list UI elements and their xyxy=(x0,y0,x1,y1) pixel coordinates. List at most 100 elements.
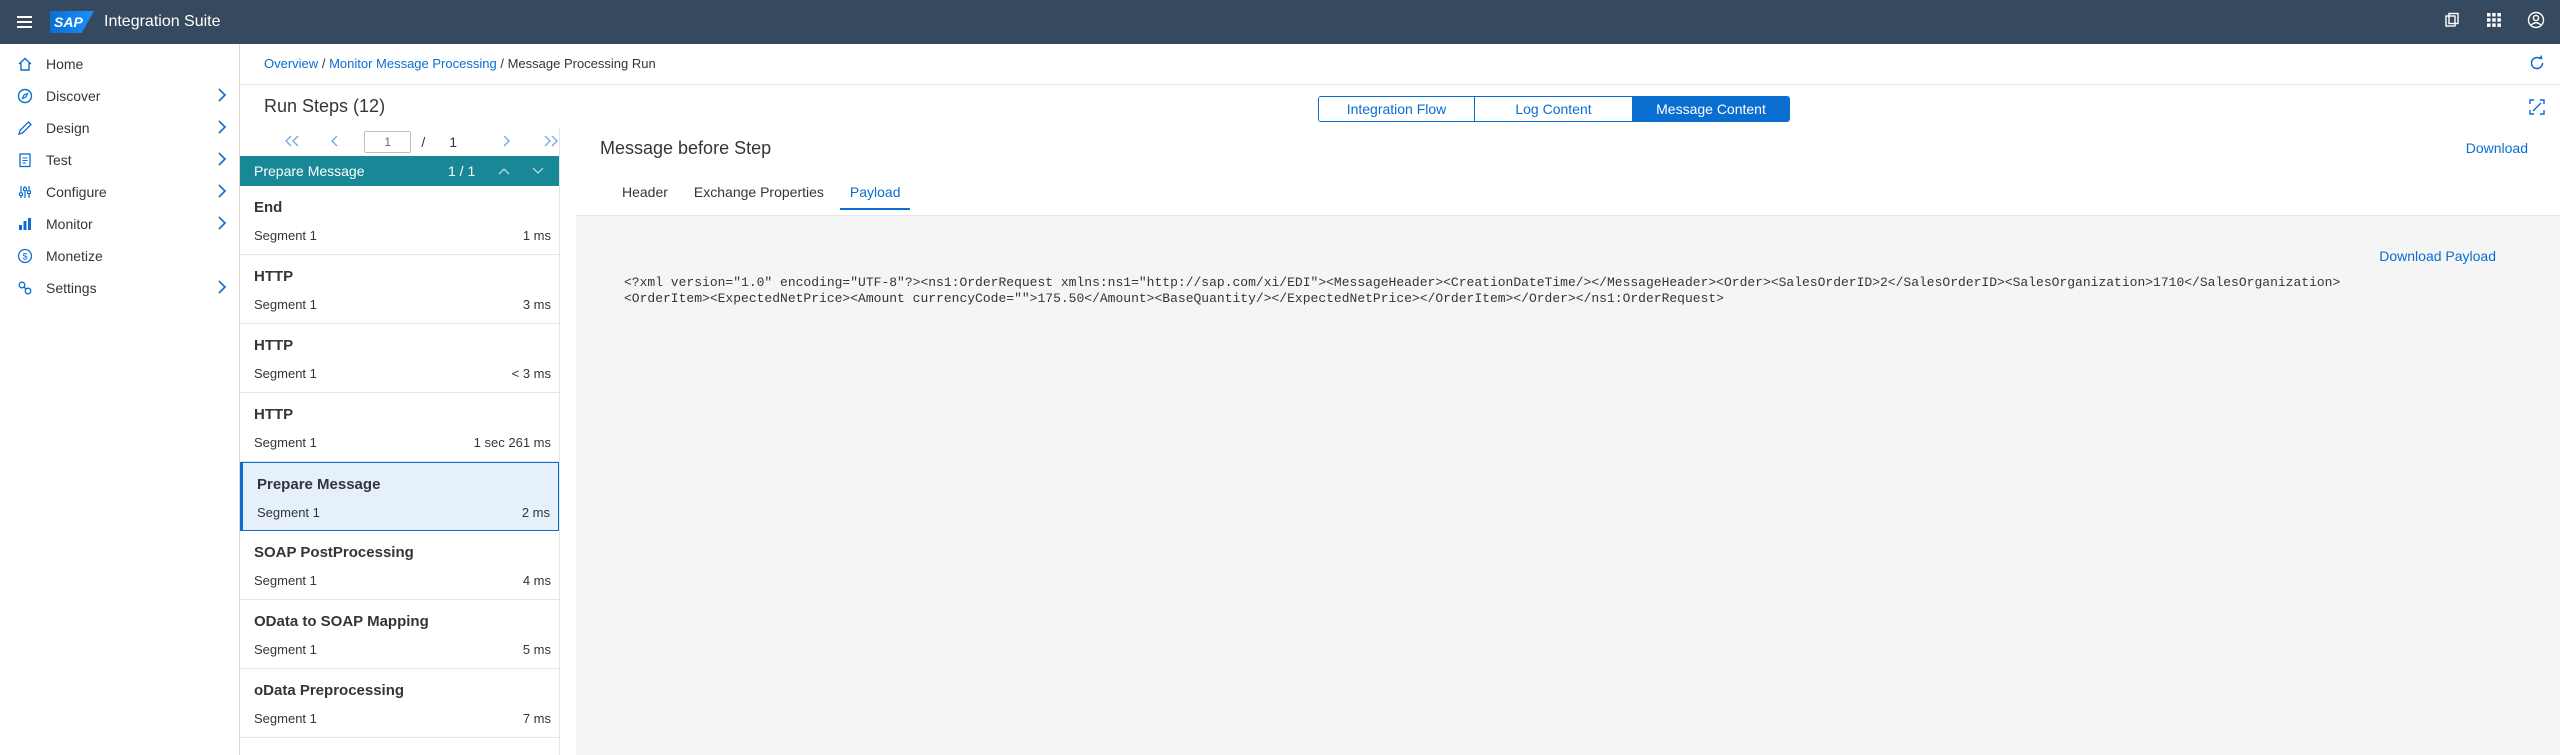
app-grid-icon[interactable] xyxy=(2484,10,2504,30)
breadcrumb-monitor-link[interactable]: Monitor Message Processing xyxy=(329,56,497,71)
chevron-right-icon xyxy=(217,88,227,105)
nav-item-home[interactable]: Home xyxy=(0,48,239,80)
refresh-icon[interactable] xyxy=(2528,54,2546,75)
payload-content: <?xml version="1.0" encoding="UTF-8"?><n… xyxy=(624,275,2341,306)
step-segment: Segment 1 xyxy=(257,505,320,520)
step-item[interactable]: End Segment 1 1 ms xyxy=(240,186,559,255)
fullscreen-icon[interactable] xyxy=(2528,98,2546,119)
download-link[interactable]: Download xyxy=(2466,140,2528,156)
step-item-selected[interactable]: Prepare Message Segment 1 2 ms xyxy=(240,462,559,531)
sliders-icon xyxy=(16,183,34,201)
nav-item-monitor[interactable]: Monitor xyxy=(0,208,239,240)
nav-item-discover[interactable]: Discover xyxy=(0,80,239,112)
step-name: HTTP xyxy=(254,406,294,423)
next-page-icon[interactable] xyxy=(501,134,511,150)
breadcrumb-overview-link[interactable]: Overview xyxy=(264,56,318,71)
step-segment: Segment 1 xyxy=(254,435,317,450)
step-duration: 5 ms xyxy=(522,642,551,657)
nav-item-design[interactable]: Design xyxy=(0,112,239,144)
main-content: Overview / Monitor Message Processing / … xyxy=(240,44,2560,755)
tab-header[interactable]: Header xyxy=(612,184,678,210)
product-title: Integration Suite xyxy=(104,13,221,30)
step-duration: 1 ms xyxy=(522,228,551,243)
nav-item-monetize[interactable]: $ Monetize xyxy=(0,240,239,272)
breadcrumb-separator: / xyxy=(321,56,326,71)
message-panel: Message before Step Download Header Exch… xyxy=(576,128,2560,755)
nav-item-label: Configure xyxy=(46,184,107,200)
step-name: oData Preprocessing xyxy=(254,682,405,699)
step-item[interactable]: OData to SOAP Mapping Segment 1 5 ms xyxy=(240,600,559,669)
step-segment: Segment 1 xyxy=(254,711,317,726)
previous-page-icon[interactable] xyxy=(330,134,340,150)
run-steps-title: Run Steps (12) xyxy=(264,96,386,116)
nav-item-configure[interactable]: Configure xyxy=(0,176,239,208)
compass-icon xyxy=(16,87,34,105)
step-name: HTTP xyxy=(254,268,294,285)
nav-item-label: Design xyxy=(46,120,90,136)
step-segment: Segment 1 xyxy=(254,573,317,588)
step-name: Prepare Message xyxy=(257,476,381,493)
nav-item-label: Monitor xyxy=(46,216,93,232)
step-segment: Segment 1 xyxy=(254,366,317,381)
nav-item-label: Discover xyxy=(46,88,101,104)
chevron-right-icon xyxy=(217,184,227,201)
step-name: End xyxy=(254,199,283,216)
chevron-right-icon xyxy=(217,280,227,297)
nav-item-label: Monetize xyxy=(46,248,103,264)
chevron-right-icon xyxy=(217,120,227,137)
tab-message-content[interactable]: Message Content xyxy=(1633,97,1789,121)
search-result-header: Prepare Message 1 / 1 xyxy=(240,156,559,186)
step-item[interactable]: SOAP PostProcessing Segment 1 4 ms xyxy=(240,531,559,600)
svg-text:$: $ xyxy=(22,252,27,262)
message-header: Message before Step Download Header Exch… xyxy=(576,128,2560,216)
first-page-icon[interactable] xyxy=(284,134,300,150)
nav-item-label: Test xyxy=(46,152,72,168)
step-duration: 4 ms xyxy=(522,573,551,588)
search-result-name: Prepare Message xyxy=(254,163,365,179)
side-navigation: Home Discover Design Test Configure Moni… xyxy=(0,44,240,755)
message-title: Message before Step xyxy=(600,138,772,158)
tab-integration-flow-model[interactable]: Integration Flow Model xyxy=(1319,97,1475,121)
chevron-up-icon[interactable] xyxy=(498,164,510,178)
step-segment: Segment 1 xyxy=(254,228,317,243)
copy-icon[interactable] xyxy=(2442,10,2462,30)
nav-item-label: Settings xyxy=(46,280,97,296)
nav-item-test[interactable]: Test xyxy=(0,144,239,176)
breadcrumb: Overview / Monitor Message Processing / … xyxy=(264,56,656,71)
last-page-icon[interactable] xyxy=(543,134,559,150)
step-duration: < 3 ms xyxy=(511,366,551,381)
page-number-input[interactable]: 1 xyxy=(364,131,412,153)
step-item[interactable]: HTTP Segment 1 1 sec 261 ms xyxy=(240,393,559,462)
shell-bar: SAP Integration Suite xyxy=(0,0,2560,44)
pager-slash: / xyxy=(421,134,426,150)
step-name: HTTP xyxy=(254,337,294,354)
bar-chart-icon xyxy=(16,215,34,233)
nav-item-settings[interactable]: Settings xyxy=(0,272,239,304)
pager-total: 1 xyxy=(449,134,457,150)
step-duration: 3 ms xyxy=(522,297,551,312)
breadcrumb-current: Message Processing Run xyxy=(507,56,656,71)
step-item[interactable]: HTTP Segment 1 < 3 ms xyxy=(240,324,559,393)
step-item[interactable]: HTTP Segment 1 3 ms xyxy=(240,255,559,324)
tab-exchange-properties[interactable]: Exchange Properties xyxy=(684,184,834,210)
step-duration: 7 ms xyxy=(522,711,551,726)
breadcrumb-separator: / xyxy=(500,56,504,71)
hamburger-menu-icon[interactable] xyxy=(12,10,36,34)
chevron-right-icon xyxy=(217,152,227,169)
step-segment: Segment 1 xyxy=(254,642,317,657)
download-payload-link[interactable]: Download Payload xyxy=(2379,248,2496,264)
user-avatar-icon[interactable] xyxy=(2526,10,2546,30)
sap-logo[interactable]: SAP xyxy=(50,11,94,33)
tab-payload[interactable]: Payload xyxy=(839,184,911,210)
search-result-count: 1 / 1 xyxy=(448,163,476,179)
step-duration: 2 ms xyxy=(521,505,550,520)
step-item[interactable]: oData Preprocessing Segment 1 7 ms xyxy=(240,669,559,738)
dollar-icon: $ xyxy=(16,247,34,265)
chevron-down-icon[interactable] xyxy=(532,164,544,178)
step-name: SOAP PostProcessing xyxy=(254,544,414,561)
home-icon xyxy=(16,55,34,73)
clipboard-icon xyxy=(16,151,34,169)
view-toggle: Integration Flow Model Log Content Messa… xyxy=(1318,96,1790,122)
tab-log-content[interactable]: Log Content xyxy=(1475,97,1633,121)
step-name: OData to SOAP Mapping xyxy=(254,613,429,630)
